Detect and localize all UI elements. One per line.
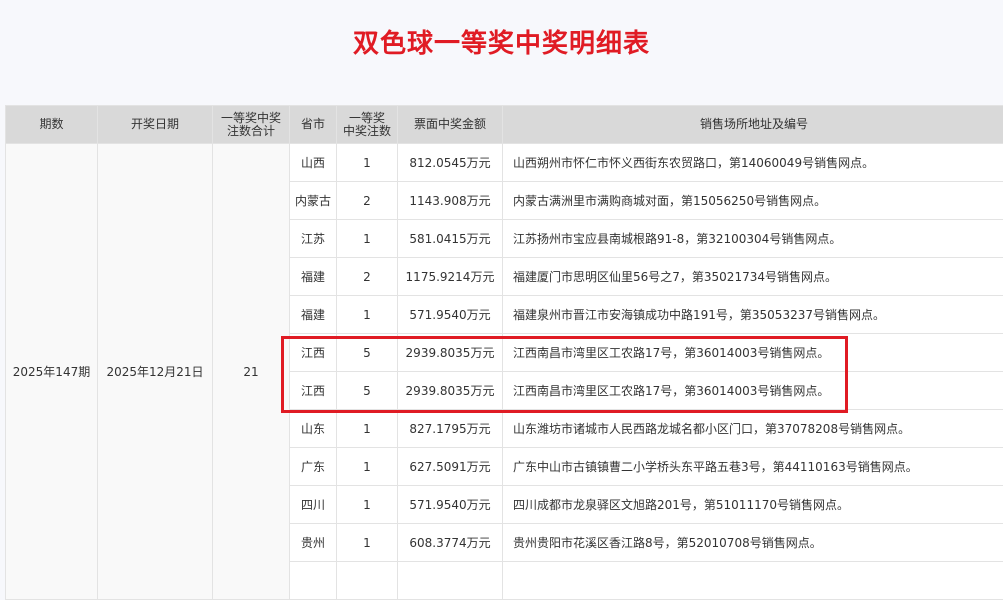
count-cell: 1 bbox=[337, 220, 398, 258]
province-cell: 江西 bbox=[290, 334, 337, 372]
count-cell: 1 bbox=[337, 448, 398, 486]
winners-table: 期数 开奖日期 一等奖中奖 注数合计 省市 一等奖 中奖注数 票面中奖金额 销售… bbox=[5, 105, 1003, 600]
amount-cell: 1175.9214万元 bbox=[398, 258, 503, 296]
count-cell: 5 bbox=[337, 334, 398, 372]
province-cell: 贵州 bbox=[290, 524, 337, 562]
header-province: 省市 bbox=[290, 106, 337, 144]
address-cell: 四川成都市龙泉驿区文旭路201号，第51011170号销售网点。 bbox=[503, 486, 1003, 524]
province-cell: 江西 bbox=[290, 372, 337, 410]
amount-cell: 571.9540万元 bbox=[398, 486, 503, 524]
amount-cell: 2939.8035万元 bbox=[398, 372, 503, 410]
header-total-winners: 一等奖中奖 注数合计 bbox=[213, 106, 290, 144]
table-row: 2025年147期 2025年12月21日 21 山西 1 812.0545万元… bbox=[6, 144, 1003, 182]
amount-cell: 627.5091万元 bbox=[398, 448, 503, 486]
address-cell: 广东中山市古镇镇曹二小学桥头东平路五巷3号，第44110163号销售网点。 bbox=[503, 448, 1003, 486]
header-count-line1: 一等奖 bbox=[349, 111, 385, 125]
province-cell: 福建 bbox=[290, 296, 337, 334]
amount-cell: 812.0545万元 bbox=[398, 144, 503, 182]
count-cell: 2 bbox=[337, 258, 398, 296]
amount-cell: 2939.8035万元 bbox=[398, 334, 503, 372]
table-header-row: 期数 开奖日期 一等奖中奖 注数合计 省市 一等奖 中奖注数 票面中奖金额 销售… bbox=[6, 106, 1003, 144]
amount-cell: 1143.908万元 bbox=[398, 182, 503, 220]
header-total-line2: 注数合计 bbox=[227, 124, 275, 138]
address-cell: 江苏扬州市宝应县南城根路91-8，第32100304号销售网点。 bbox=[503, 220, 1003, 258]
amount-cell: 571.9540万元 bbox=[398, 296, 503, 334]
address-cell: 江西南昌市湾里区工农路17号，第36014003号销售网点。 bbox=[503, 372, 1003, 410]
count-cell: 1 bbox=[337, 410, 398, 448]
count-cell bbox=[337, 562, 398, 600]
address-cell: 贵州贵阳市花溪区香江路8号，第52010708号销售网点。 bbox=[503, 524, 1003, 562]
amount-cell: 581.0415万元 bbox=[398, 220, 503, 258]
province-cell: 山东 bbox=[290, 410, 337, 448]
amount-cell: 827.1795万元 bbox=[398, 410, 503, 448]
count-cell: 5 bbox=[337, 372, 398, 410]
amount-cell bbox=[398, 562, 503, 600]
header-count-line2: 中奖注数 bbox=[343, 124, 391, 138]
address-cell: 福建厦门市思明区仙里56号之7，第35021734号销售网点。 bbox=[503, 258, 1003, 296]
province-cell: 江苏 bbox=[290, 220, 337, 258]
count-cell: 2 bbox=[337, 182, 398, 220]
header-amount: 票面中奖金额 bbox=[398, 106, 503, 144]
draw-date-cell: 2025年12月21日 bbox=[98, 144, 213, 600]
total-winners-cell: 21 bbox=[213, 144, 290, 600]
count-cell: 1 bbox=[337, 144, 398, 182]
province-cell bbox=[290, 562, 337, 600]
address-cell: 内蒙古满洲里市满购商城对面，第15056250号销售网点。 bbox=[503, 182, 1003, 220]
province-cell: 福建 bbox=[290, 258, 337, 296]
header-draw-date: 开奖日期 bbox=[98, 106, 213, 144]
address-cell: 江西南昌市湾里区工农路17号，第36014003号销售网点。 bbox=[503, 334, 1003, 372]
header-period: 期数 bbox=[6, 106, 98, 144]
province-cell: 广东 bbox=[290, 448, 337, 486]
province-cell: 山西 bbox=[290, 144, 337, 182]
address-cell bbox=[503, 562, 1003, 600]
province-cell: 内蒙古 bbox=[290, 182, 337, 220]
address-cell: 山东潍坊市诸城市人民西路龙城名都小区门口，第37078208号销售网点。 bbox=[503, 410, 1003, 448]
amount-cell: 608.3774万元 bbox=[398, 524, 503, 562]
header-winner-count: 一等奖 中奖注数 bbox=[337, 106, 398, 144]
header-address: 销售场所地址及编号 bbox=[503, 106, 1003, 144]
province-cell: 四川 bbox=[290, 486, 337, 524]
count-cell: 1 bbox=[337, 486, 398, 524]
period-cell: 2025年147期 bbox=[6, 144, 98, 600]
address-cell: 山西朔州市怀仁市怀义西街东农贸路口，第14060049号销售网点。 bbox=[503, 144, 1003, 182]
address-cell: 福建泉州市晋江市安海镇成功中路191号，第35053237号销售网点。 bbox=[503, 296, 1003, 334]
page-title: 双色球一等奖中奖明细表 bbox=[0, 26, 1003, 62]
count-cell: 1 bbox=[337, 296, 398, 334]
header-total-line1: 一等奖中奖 bbox=[221, 111, 281, 125]
count-cell: 1 bbox=[337, 524, 398, 562]
